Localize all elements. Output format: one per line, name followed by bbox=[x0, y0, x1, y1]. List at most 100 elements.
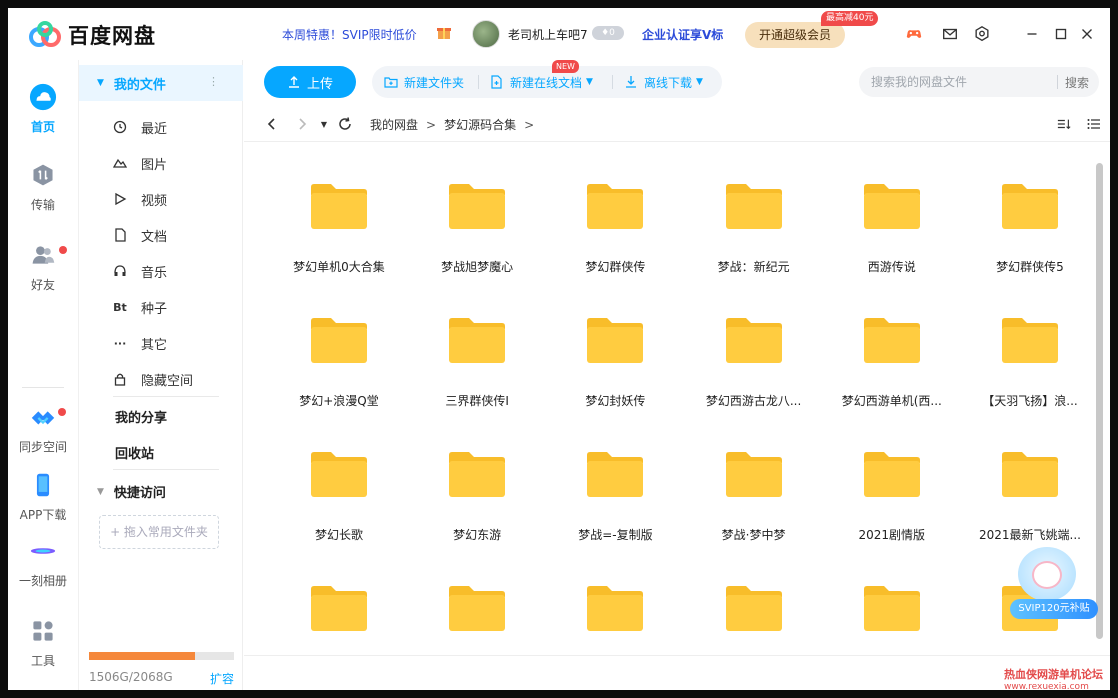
folder-icon bbox=[587, 586, 644, 631]
chevron-down-icon[interactable]: ▼ bbox=[586, 77, 593, 87]
nav-my-files[interactable]: ▼ 我的文件 ⋮ bbox=[79, 65, 243, 101]
upload-button[interactable]: 上传 bbox=[264, 66, 356, 98]
folder-item[interactable]: 梦幻单机0大合集 bbox=[271, 155, 407, 275]
folder-item[interactable]: 三界群侠传I bbox=[409, 289, 545, 409]
breadcrumb-current[interactable]: 梦幻源码合集 bbox=[444, 116, 516, 133]
rail-transfer[interactable]: 传输 bbox=[8, 160, 78, 213]
play-icon bbox=[113, 192, 127, 206]
forward-icon[interactable] bbox=[294, 116, 310, 132]
svip-promo-link[interactable]: 本周特惠！SVIP限时低价 bbox=[282, 26, 417, 43]
bottom-bar bbox=[244, 655, 1110, 690]
search-input[interactable] bbox=[871, 67, 1051, 97]
tool-divider bbox=[478, 75, 479, 89]
more-vertical-icon[interactable]: ⋮ bbox=[208, 75, 219, 88]
folder-item[interactable]: 5M飞狐 bbox=[409, 557, 545, 655]
username[interactable]: 老司机上车吧7 bbox=[508, 26, 588, 43]
nav-item-hidden-space[interactable]: 隐藏空间 bbox=[113, 369, 193, 389]
nav-item-music[interactable]: 音乐 bbox=[113, 261, 167, 281]
folder-icon bbox=[311, 318, 367, 363]
folder-item[interactable]: 梦幻群侠传 bbox=[547, 155, 683, 275]
friends-icon bbox=[28, 240, 58, 270]
folder-name: 梦战：新纪元 bbox=[717, 260, 790, 274]
rail-sync-space[interactable]: 同步空间 bbox=[8, 402, 78, 455]
folder-plus-icon bbox=[384, 77, 398, 88]
offline-download-button[interactable]: 离线下载 ▼ bbox=[624, 66, 703, 98]
folder-item[interactable]: 梦战：新纪元 bbox=[686, 155, 822, 275]
enterprise-verify-link[interactable]: 企业认证享V标 bbox=[642, 26, 723, 43]
search-box: 搜索 bbox=[859, 67, 1099, 97]
rail-friends[interactable]: 好友 bbox=[8, 240, 78, 293]
rail-home-label: 首页 bbox=[30, 120, 55, 134]
home-cloud-icon bbox=[28, 82, 58, 112]
folder-item[interactable]: 219梦幻客户端 bbox=[271, 557, 407, 655]
nav-item-others[interactable]: ··· 其它 bbox=[113, 333, 167, 353]
folder-item[interactable]: 梦幻群侠传5 bbox=[962, 155, 1097, 275]
folder-item[interactable]: 梦幻 bbox=[686, 557, 822, 655]
vip-level-badge[interactable]: ♦0 bbox=[592, 26, 624, 40]
folder-item[interactable]: 梦幻东游 bbox=[409, 423, 545, 543]
folder-item[interactable]: 梦战=-复制版 bbox=[547, 423, 683, 543]
folder-item[interactable]: 2021剧情版 bbox=[824, 423, 960, 543]
svip-subsidy-float[interactable]: SVIP120元补贴 bbox=[1008, 541, 1100, 627]
rail-app-download[interactable]: APP下载 bbox=[8, 470, 78, 523]
sort-icon[interactable] bbox=[1056, 116, 1072, 132]
clock-icon bbox=[113, 120, 127, 134]
sync-icon bbox=[28, 402, 58, 432]
doc-plus-icon bbox=[491, 75, 502, 89]
svip-discount-badge: 最高减40元 bbox=[821, 11, 879, 26]
folder-item[interactable]: 2021最新飞姚端... bbox=[962, 423, 1097, 543]
breadcrumb-root[interactable]: 我的网盘 bbox=[370, 116, 418, 133]
mail-icon[interactable] bbox=[940, 24, 960, 44]
folder-item[interactable]: 梦幻长歌 bbox=[271, 423, 407, 543]
nav-my-share[interactable]: 我的分享 bbox=[115, 407, 167, 426]
vip-level: 0 bbox=[609, 28, 615, 38]
nav-item-documents[interactable]: 文档 bbox=[113, 225, 167, 245]
maximize-icon[interactable] bbox=[1051, 24, 1071, 44]
document-icon bbox=[113, 228, 127, 242]
rail-friends-label: 好友 bbox=[30, 278, 55, 292]
rail-tools[interactable]: 工具 bbox=[8, 616, 78, 669]
folder-item[interactable]: 【天羽飞扬】浪... bbox=[962, 289, 1097, 409]
search-button[interactable]: 搜索 bbox=[1065, 74, 1089, 91]
folder-icon bbox=[449, 184, 506, 229]
folder-item[interactable]: 梦幻西游古龙八... bbox=[686, 289, 822, 409]
nav-item-recent[interactable]: 最近 bbox=[113, 117, 167, 137]
new-folder-button[interactable]: 新建文件夹 bbox=[384, 66, 464, 98]
list-view-icon[interactable] bbox=[1086, 116, 1102, 132]
nav-recycle-bin[interactable]: 回收站 bbox=[115, 443, 154, 462]
minimize-icon[interactable] bbox=[1022, 24, 1042, 44]
settings-icon[interactable] bbox=[972, 24, 992, 44]
chevron-down-icon[interactable]: ▼ bbox=[696, 77, 703, 87]
gift-icon[interactable] bbox=[436, 24, 452, 40]
expand-storage-link[interactable]: 扩容 bbox=[210, 670, 234, 687]
caret-down-icon[interactable]: ▼ bbox=[97, 487, 104, 497]
rail-album[interactable]: 一刻相册 bbox=[8, 536, 78, 589]
rail-tools-label: 工具 bbox=[30, 654, 55, 668]
nav-quick-access[interactable]: ▼ 快捷访问 bbox=[97, 482, 166, 501]
app-logo[interactable]: 百度网盘 bbox=[28, 20, 156, 50]
folder-name: 三界群侠传I bbox=[445, 394, 509, 408]
app-window: 百度网盘 本周特惠！SVIP限时低价 老司机上车吧7 ♦0 企业认证享V标 开通… bbox=[8, 8, 1110, 690]
nav-item-torrents[interactable]: Bt 种子 bbox=[113, 297, 167, 317]
rail-home[interactable]: 首页 bbox=[8, 82, 78, 135]
back-icon[interactable] bbox=[264, 116, 280, 132]
folder-item[interactable]: 梦战·梦中梦 bbox=[686, 423, 822, 543]
folder-item[interactable]: 梦幻+浪漫Q堂 bbox=[271, 289, 407, 409]
refresh-icon[interactable] bbox=[337, 116, 353, 132]
folder-name: 2021剧情版 bbox=[858, 528, 926, 542]
caret-down-icon[interactable]: ▼ bbox=[97, 78, 104, 88]
drop-folder-zone[interactable]: + 拖入常用文件夹 bbox=[99, 515, 219, 549]
game-icon[interactable] bbox=[904, 24, 924, 44]
close-icon[interactable] bbox=[1077, 24, 1097, 44]
folder-item[interactable]: 8.10日更新10门 bbox=[547, 557, 683, 655]
nav-item-images[interactable]: 图片 bbox=[113, 153, 167, 173]
folder-item[interactable]: 梦幻封妖传 bbox=[547, 289, 683, 409]
folder-item[interactable]: 梦幻西游单机(西... bbox=[824, 289, 960, 409]
avatar[interactable] bbox=[472, 20, 500, 48]
history-dropdown-icon[interactable]: ▼ bbox=[316, 116, 332, 132]
folder-item[interactable]: 西游传说 bbox=[824, 155, 960, 275]
folder-item[interactable]: +3-10门源码 bbox=[824, 557, 960, 655]
folder-item[interactable]: 梦战旭梦魔心 bbox=[409, 155, 545, 275]
rail-sync-label: 同步空间 bbox=[18, 440, 67, 454]
nav-item-videos[interactable]: 视频 bbox=[113, 189, 167, 209]
